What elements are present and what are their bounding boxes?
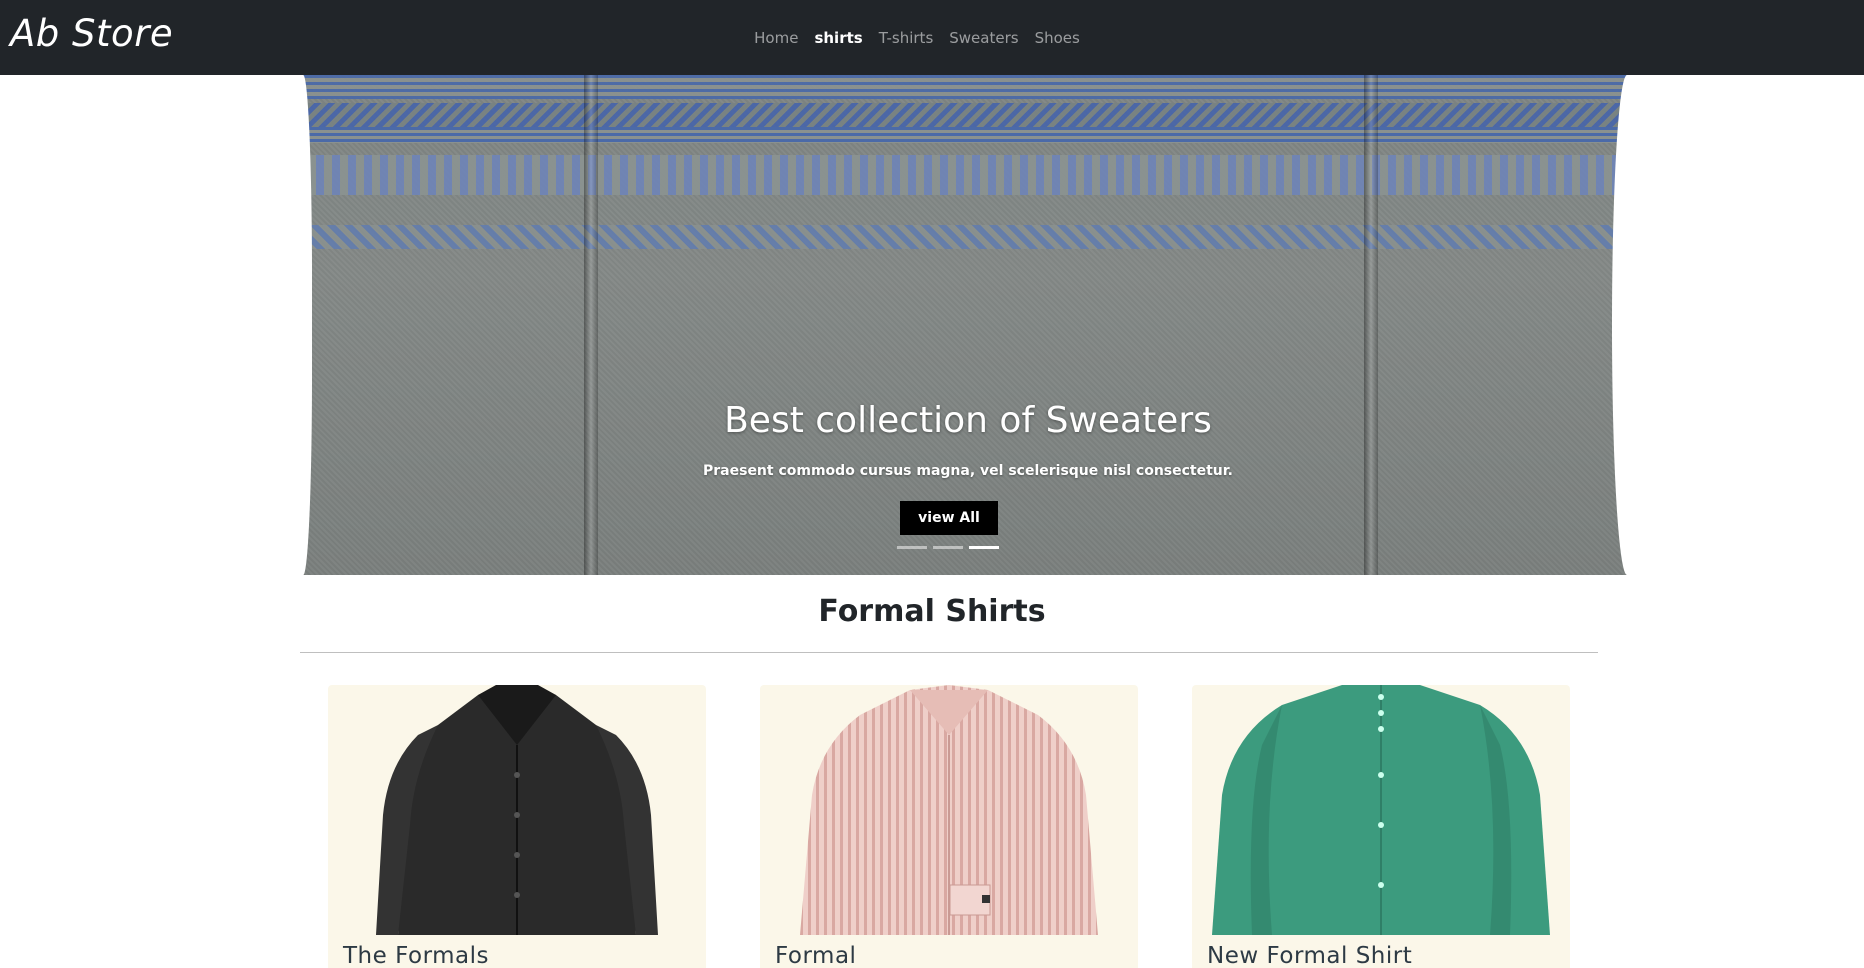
carousel-indicators [897, 546, 999, 549]
carousel-indicator-2[interactable] [933, 546, 963, 549]
pink-shirt-image [800, 685, 1098, 935]
green-shirt-image [1212, 685, 1550, 935]
carousel-indicator-1[interactable] [897, 546, 927, 549]
hero-carousel[interactable]: Best collection of Sweaters Praesent com… [300, 75, 1636, 575]
view-all-button[interactable]: view All [900, 501, 998, 535]
hero-title: Best collection of Sweaters [724, 400, 1212, 441]
hero-subtitle: Praesent commodo cursus magna, vel scele… [703, 463, 1233, 479]
nav-item-tshirts[interactable]: T-shirts [879, 29, 934, 47]
product-title: The Formals [343, 943, 489, 968]
nav-item-home[interactable]: Home [754, 29, 798, 47]
product-card[interactable]: New Formal Shirt [1192, 685, 1570, 968]
carousel-caption: Best collection of Sweaters Praesent com… [300, 75, 1636, 575]
product-card[interactable]: The Formals [328, 685, 706, 968]
product-title: Formal [775, 943, 857, 968]
black-shirt-image [376, 685, 658, 935]
nav-item-sweaters[interactable]: Sweaters [949, 29, 1018, 47]
carousel-indicator-3[interactable] [969, 546, 999, 549]
product-card[interactable]: Formal [760, 685, 1138, 968]
section-title: Formal Shirts [818, 594, 1046, 629]
navbar: Ab Store Home shirts T-shirts Sweaters S… [0, 0, 1864, 75]
nav-item-shoes[interactable]: Shoes [1035, 29, 1080, 47]
product-title: New Formal Shirt [1207, 943, 1413, 968]
nav-item-shirts[interactable]: shirts [814, 29, 862, 47]
main-nav: Home shirts T-shirts Sweaters Shoes [0, 0, 1864, 75]
section-divider [300, 652, 1598, 653]
